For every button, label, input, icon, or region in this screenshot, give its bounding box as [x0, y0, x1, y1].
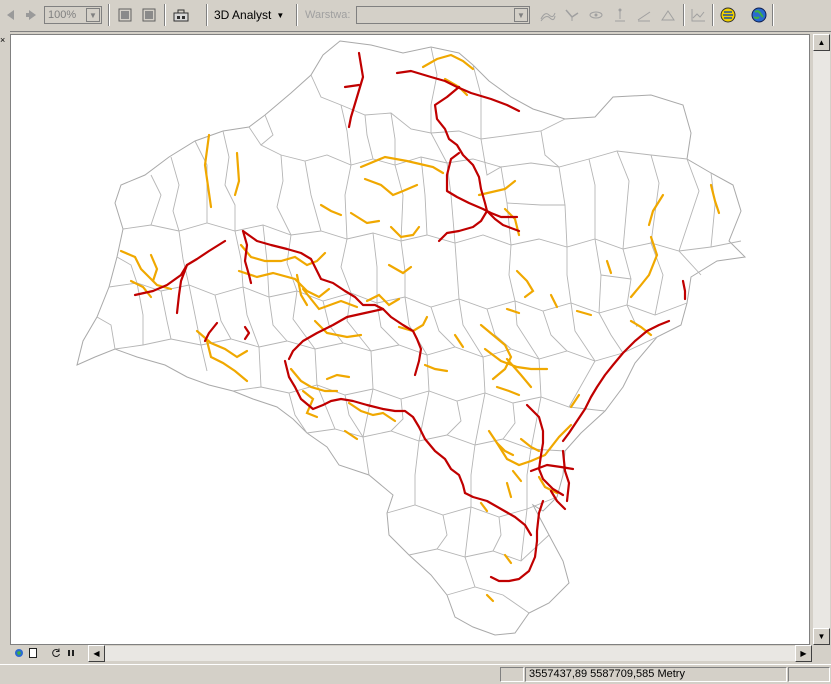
- 3d-analyst-label: 3D Analyst: [214, 8, 272, 22]
- interpolate-point-icon[interactable]: [609, 4, 631, 26]
- page-layout-icon[interactable]: [114, 4, 136, 26]
- interpolate-polygon-icon[interactable]: [657, 4, 679, 26]
- profile-graph-icon[interactable]: [687, 4, 709, 26]
- toolbox-icon[interactable]: [170, 4, 192, 26]
- arcscene-icon[interactable]: [717, 4, 739, 26]
- status-bar: 3557437,89 5587709,585 Metry: [0, 664, 831, 684]
- layout-view-tab-icon[interactable]: [28, 647, 38, 659]
- separator: [772, 4, 774, 26]
- scroll-left-icon[interactable]: ◀: [88, 645, 105, 662]
- back-arrow-icon[interactable]: [0, 4, 22, 26]
- close-icon[interactable]: ×: [0, 35, 5, 45]
- separator: [296, 4, 298, 26]
- data-view-tab-icon[interactable]: [14, 647, 24, 659]
- data-view-icon[interactable]: [138, 4, 160, 26]
- arcglobe-icon[interactable]: [748, 4, 770, 26]
- zoom-combo[interactable]: 100% ▼: [44, 6, 102, 24]
- map-canvas[interactable]: [11, 35, 809, 644]
- line-of-sight-icon[interactable]: [585, 4, 607, 26]
- layer-combo[interactable]: ▼: [356, 6, 530, 24]
- separator: [712, 4, 714, 26]
- status-panel: [788, 667, 830, 682]
- pause-icon[interactable]: [66, 647, 76, 659]
- status-panel: [500, 667, 524, 682]
- left-edge: ×: [0, 31, 10, 661]
- separator: [206, 4, 208, 26]
- vertical-scrollbar[interactable]: ▲ ▼: [813, 34, 830, 645]
- interpolate-line-icon[interactable]: [633, 4, 655, 26]
- scroll-down-icon[interactable]: ▼: [813, 628, 830, 645]
- chevron-down-icon[interactable]: ▼: [86, 8, 100, 22]
- chevron-down-icon: ▼: [276, 10, 285, 20]
- separator: [683, 4, 685, 26]
- separator: [164, 4, 166, 26]
- refresh-icon[interactable]: [51, 647, 61, 659]
- region-outline: [76, 40, 747, 636]
- contour-icon[interactable]: [537, 4, 559, 26]
- toolbar: 100% ▼ 3D Analyst ▼ Warstwa: ▼: [0, 0, 831, 32]
- scroll-up-icon[interactable]: ▲: [813, 34, 830, 51]
- scroll-right-icon[interactable]: ▶: [795, 645, 812, 662]
- forward-arrow-icon[interactable]: [21, 4, 43, 26]
- 3d-analyst-menu[interactable]: 3D Analyst ▼: [214, 4, 288, 26]
- region-boundary: [76, 40, 747, 636]
- chevron-down-icon[interactable]: ▼: [514, 8, 528, 22]
- map-view[interactable]: [10, 34, 810, 645]
- layer-label: Warstwa:: [305, 9, 351, 21]
- steepest-path-icon[interactable]: [561, 4, 583, 26]
- horizontal-scrollbar[interactable]: ◀ ▶: [88, 645, 812, 662]
- coordinates-readout: 3557437,89 5587709,585 Metry: [525, 667, 787, 682]
- separator: [108, 4, 110, 26]
- zoom-value: 100%: [48, 9, 77, 21]
